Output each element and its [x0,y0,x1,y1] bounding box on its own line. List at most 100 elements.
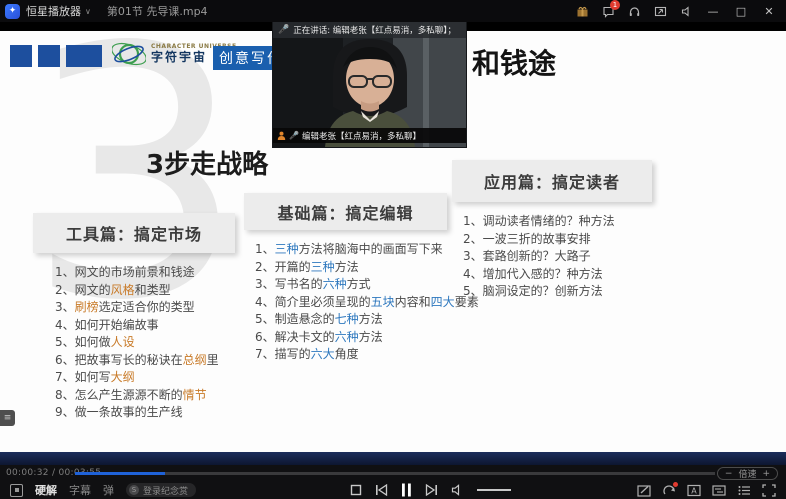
player-controls: 00:00:32 / 00:03:55 − 倍速 + 硬解 字幕 弹 S 登录纪… [0,465,786,499]
flag-decoration [38,45,60,67]
highlight-text: 三种 [275,242,299,256]
control-buttons-row: 硬解 字幕 弹 S 登录纪念赏 [0,481,786,499]
stop-button[interactable] [350,484,362,496]
titlebar: ✦ 恒星播放器 ∨ 第01节 先导课.mp4 1 — □ ✕ [0,0,786,22]
app-name[interactable]: 恒星播放器 [26,3,81,19]
volume-slider[interactable] [477,489,511,491]
subtitle-a-icon[interactable]: A [687,484,701,497]
list-item: 7、如何写大纲 [55,369,248,387]
gift-icon[interactable] [574,3,590,19]
minimize-button[interactable]: — [704,5,722,18]
list-item: 1、调动读者情绪的？种方法 [463,213,667,231]
person-icon [277,131,286,140]
fullscreen-icon[interactable] [762,484,776,497]
share-icon[interactable] [662,484,676,497]
highlight-text: 六种 [335,330,359,344]
speed-minus-button[interactable]: − [725,469,733,479]
volume-icon[interactable] [451,484,464,496]
speaker-name: 编辑老张【红点易消，多私聊】 [302,130,421,142]
headset-icon[interactable] [626,3,642,19]
speed-label: 倍速 [738,467,756,480]
flag-decoration [66,45,102,67]
transport-controls [350,481,511,499]
list-item: 2、一波三折的故事安排 [463,231,667,249]
flag-decoration [10,45,32,67]
playback-speed-control[interactable]: − 倍速 + [717,467,778,480]
svg-text:A: A [691,486,697,495]
maximize-button[interactable]: □ [732,5,750,18]
list-item: 5、脑洞设定的？创新方法 [463,283,667,301]
list-item: 4、如何开始编故事 [55,317,248,335]
list-item: 1、三种方法将脑海中的画面写下来 [255,241,459,259]
close-button[interactable]: ✕ [760,5,778,18]
list-item: 6、把故事写长的秘诀在总纲里 [55,352,248,370]
mic-active-icon: 🎤 [278,25,289,35]
highlight-text: 六大 [311,347,335,361]
webcam-overlay: 🎤 正在讲话: 编辑老张【红点易消，多私聊】； 🎤 编辑老张【红点易消，多私聊】 [273,21,466,147]
list-item: 4、简介里必须呈现的五块内容和四大要素 [255,294,459,312]
name-caption-bar: 🎤 编辑老张【红点易消，多私聊】 [273,128,466,143]
speaking-caption: 正在讲话: 编辑老张【红点易消，多私聊】； [293,24,456,36]
login-pill-icon: S [129,485,139,495]
highlight-text: 人设 [111,335,135,349]
list-item: 6、解决卡文的六种方法 [255,329,459,347]
message-badge: 1 [610,0,620,10]
page-title: 和钱途 [472,42,556,82]
message-icon[interactable]: 1 [600,3,616,19]
previous-button[interactable] [375,484,388,496]
section-basics: 基础篇：搞定编辑 1、三种方法将脑海中的画面写下来2、开篇的三种方法3、写书名的… [244,193,459,364]
list-item: 3、写书名的六种方式 [255,276,459,294]
list-item: 2、开篇的三种方法 [255,259,459,277]
list-item: 3、刷榜选定适合你的类型 [55,299,248,317]
section-application: 应用篇：搞定读者 1、调动读者情绪的？种方法2、一波三折的故事安排3、套路创新的… [452,160,667,301]
login-pill-label: 登录纪念赏 [143,484,188,497]
strategy-title: 3步走战略 [146,144,268,181]
danmaku-toggle[interactable]: 弹 [103,482,114,498]
highlight-text: 刷榜 [75,300,99,314]
player-window: ✦ 恒星播放器 ∨ 第01节 先导课.mp4 1 — □ ✕ [0,0,786,499]
subtitle-button[interactable]: 字幕 [69,482,91,498]
highlight-text: 五块 [371,295,395,309]
hardware-decode-toggle[interactable]: 硬解 [35,482,57,498]
login-pill-button[interactable]: S 登录纪念赏 [126,483,196,497]
notes-icon[interactable] [637,484,651,497]
danmaku-panel-icon[interactable] [712,484,726,497]
playlist-icon[interactable] [737,484,751,497]
section-header: 应用篇：搞定读者 [452,160,652,202]
mic-icon: 🎤 [289,131,299,140]
utility-icons: A [637,481,776,499]
list-item: 1、网文的市场前景和钱途 [55,264,248,282]
globe-logo-icon [112,37,146,71]
chevron-down-icon[interactable]: ∨ [85,7,91,16]
list-item: 7、描写的六大角度 [255,346,459,364]
section-header: 基础篇：搞定编辑 [244,193,447,230]
list-item: 4、增加代入感的？种方法 [463,266,667,284]
section-list: 1、三种方法将脑海中的画面写下来2、开篇的三种方法3、写书名的六种方式4、简介里… [255,241,459,364]
list-item: 5、制造悬念的七种方法 [255,311,459,329]
app-logo-icon: ✦ [5,4,20,19]
seek-bar[interactable] [75,472,715,475]
speed-plus-button[interactable]: + [762,469,770,479]
picture-in-picture-icon[interactable] [10,484,23,497]
slide-footer-band [0,452,786,465]
next-button[interactable] [425,484,438,496]
highlight-text: 情节 [183,388,207,402]
pause-button[interactable] [401,483,412,497]
screenshot-icon[interactable] [652,3,668,19]
list-item: 5、如何做人设 [55,334,248,352]
mute-icon[interactable] [678,3,694,19]
highlight-text: 总纲 [183,353,207,367]
section-tools: 工具篇：搞定市场 1、网文的市场前景和钱途2、网文的风格和类型3、刷榜选定适合你… [33,213,248,422]
list-item: 8、怎么产生源源不断的情节 [55,387,248,405]
section-header: 工具篇：搞定市场 [33,213,235,253]
highlight-text: 大纲 [111,370,135,384]
side-panel-toggle[interactable]: ≡ [0,410,15,426]
list-item: 2、网文的风格和类型 [55,282,248,300]
highlight-text: 三种 [311,260,335,274]
speaking-caption-bar: 🎤 正在讲话: 编辑老张【红点易消，多私聊】； [273,22,466,38]
seek-bar-fill [75,472,165,475]
list-item: 3、套路创新的？大路子 [463,248,667,266]
notification-dot [673,482,678,487]
highlight-text: 六种 [323,277,347,291]
highlight-text: 风格 [111,283,135,297]
